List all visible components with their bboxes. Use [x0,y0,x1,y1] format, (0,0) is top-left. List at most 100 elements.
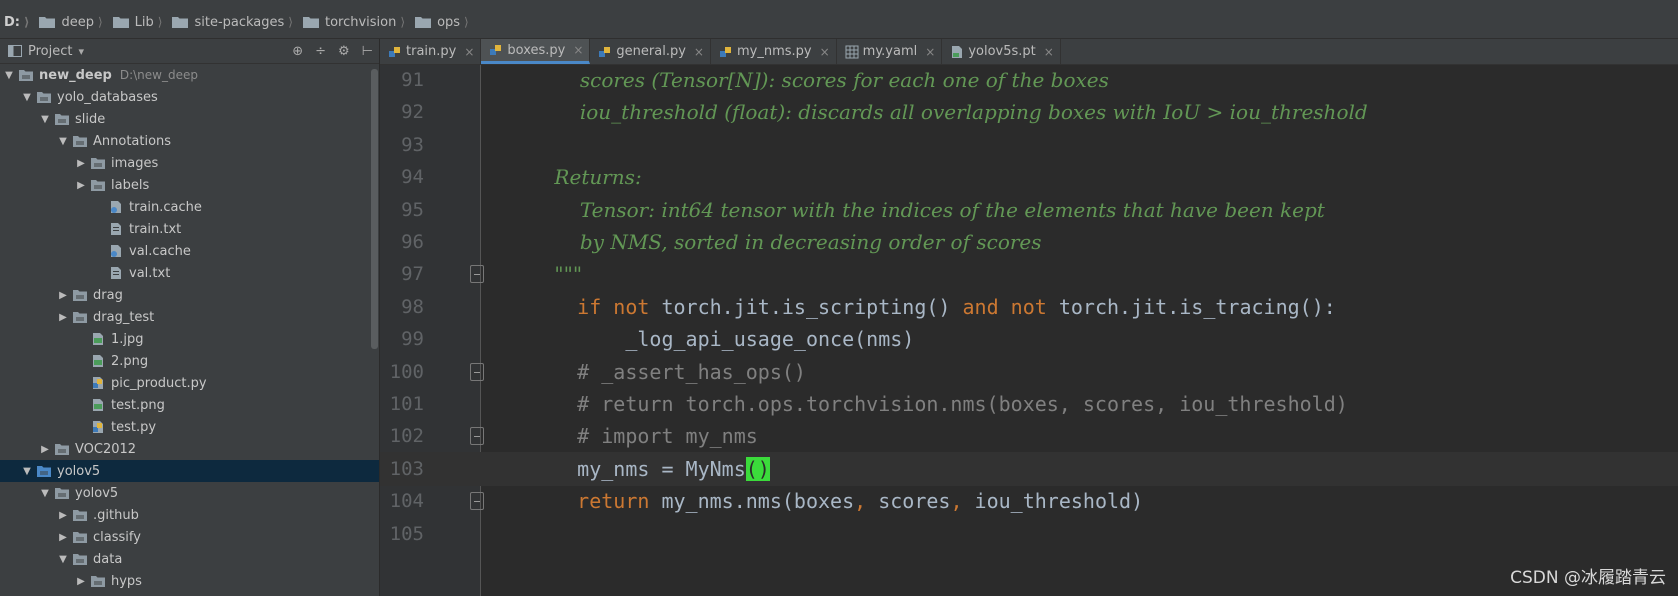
expanded-arrow-icon[interactable]: ▼ [56,136,70,147]
code-line[interactable]: 96 by NMS, sorted in decreasing order of… [380,225,1678,259]
code-token: """ [529,262,583,287]
breadcrumb-item-sitepackages[interactable]: site-packages ⟩ [168,6,299,38]
tree-item[interactable]: ▶ hyps [0,570,379,592]
code-line[interactable]: 93 [380,128,1678,162]
project-panel-dropdown-icon[interactable]: ▾ [78,45,84,58]
tree-item[interactable]: ▶ drag [0,284,379,306]
code-token: _log_api_usage_once(nms) [529,327,915,352]
tree-item[interactable]: train.txt [0,218,379,240]
code-line[interactable]: 94 Returns: [380,160,1678,194]
tree-item[interactable]: ▶ .github [0,504,379,526]
expanded-arrow-icon[interactable]: ▼ [38,114,52,125]
tab-my-nms-py[interactable]: my_nms.py × [711,39,837,64]
breadcrumb-item-torchvision[interactable]: torchvision ⟩ [299,6,411,38]
tree-item[interactable]: ▼ slide [0,108,379,130]
collapsed-arrow-icon[interactable]: ▶ [74,158,88,169]
tree-item[interactable]: test.py [0,416,379,438]
tab-my-yaml[interactable]: my.yaml × [837,39,943,64]
fold-marker-icon[interactable] [470,427,484,446]
expanded-arrow-icon[interactable]: ▼ [20,92,34,103]
code-line[interactable]: 105 [380,517,1678,551]
collapsed-arrow-icon[interactable]: ▶ [56,510,70,521]
folder-icon [73,510,87,521]
project-tree-scrollbar[interactable] [371,69,378,349]
code-content: # return torch.ops.torchvision.nms(boxes… [529,392,1348,416]
tree-item[interactable]: 2.png [0,350,379,372]
folder-icon [415,17,432,28]
fold-marker-icon[interactable] [470,492,484,511]
tree-item[interactable]: ▼ data [0,548,379,570]
tab-train-py[interactable]: train.py × [380,39,482,64]
tree-item[interactable]: val.txt [0,262,379,284]
code-line[interactable]: 98 if not torch.jit.is_scripting() and n… [380,290,1678,324]
tree-item[interactable]: ▶ labels [0,174,379,196]
tree-item[interactable]: ▼ yolo_databases [0,86,379,108]
code-line[interactable]: 97 """ [380,257,1678,291]
collapsed-arrow-icon[interactable]: ▶ [74,180,88,191]
tree-item[interactable]: ▶ drag_test [0,306,379,328]
code-line[interactable]: 95 Tensor: int64 tensor with the indices… [380,193,1678,227]
code-line[interactable]: 100 # _assert_has_ops() [380,355,1678,389]
tree-item[interactable]: ▶ classify [0,526,379,548]
code-token: # import my_nms [529,424,758,449]
breadcrumb-label: Lib [134,14,154,30]
code-token: not [613,294,650,319]
tree-item[interactable]: 1.jpg [0,328,379,350]
breadcrumb-item-deep[interactable]: deep ⟩ [35,6,108,38]
hide-panel-icon[interactable]: ⊢ [362,44,373,59]
breadcrumb-item-ops[interactable]: ops ⟩ [411,6,475,38]
tab-boxes-py[interactable]: boxes.py × [481,39,591,64]
expanded-arrow-icon[interactable]: ▼ [56,554,70,565]
project-tree: ▼ new_deep D:\new_deep ▼ yolo_databases ▼ slid… [0,64,379,592]
tree-item[interactable]: ▶ VOC2012 [0,438,379,460]
close-icon[interactable]: × [1044,45,1054,59]
code-line[interactable]: 99 _log_api_usage_once(nms) [380,322,1678,356]
fold-marker-icon[interactable] [470,265,484,284]
breadcrumb-item-lib[interactable]: Lib ⟩ [109,6,169,38]
collapse-all-icon[interactable]: ÷ [315,44,326,59]
code-line[interactable]: 101 # return torch.ops.torchvision.nms(b… [380,387,1678,421]
tab-label: yolov5s.pt [968,44,1036,59]
collapsed-arrow-icon[interactable]: ▶ [56,532,70,543]
collapsed-arrow-icon[interactable]: ▶ [38,444,52,455]
code-line[interactable]: 102 # import my_nms [380,419,1678,453]
code-token: , [950,489,963,514]
code-line[interactable]: 103 my_nms = MyNms() [380,451,1678,486]
collapsed-arrow-icon[interactable]: ▶ [56,312,70,323]
cache-file-icon [111,201,121,213]
tree-item[interactable]: pic_product.py [0,372,379,394]
tree-item-label: pic_product.py [111,375,207,391]
project-panel-header[interactable]: Project ▾ ⊕ ÷ ⚙ ⊢ [0,39,379,64]
tree-item[interactable]: train.cache [0,196,379,218]
collapsed-arrow-icon[interactable]: ▶ [74,576,88,587]
expanded-arrow-icon[interactable]: ▼ [2,70,16,81]
tree-item[interactable]: ▼ yolov5 [0,482,379,504]
tree-item[interactable]: ▼ new_deep D:\new_deep [0,64,379,86]
fold-marker-icon[interactable] [470,362,484,381]
tree-item[interactable]: ▼ Annotations [0,130,379,152]
code-line[interactable]: 91 scores (Tensor[N]): scores for each o… [380,65,1678,97]
project-panel-title: Project [28,43,73,59]
close-icon[interactable]: × [573,43,583,57]
close-icon[interactable]: × [464,45,474,59]
code-line[interactable]: 92 iou_threshold (float): discards all o… [380,95,1678,129]
tab-general-py[interactable]: general.py × [590,39,711,64]
tree-item[interactable]: test.png [0,394,379,416]
expanded-arrow-icon[interactable]: ▼ [20,466,34,477]
expanded-arrow-icon[interactable]: ▼ [38,488,52,499]
tree-item[interactable]: val.cache [0,240,379,262]
code-line[interactable]: 104 return my_nms.nms(boxes, scores, iou… [380,484,1678,518]
tab-yolov5s-pt[interactable]: yolov5s.pt × [942,39,1061,64]
settings-gear-icon[interactable]: ⚙ [338,44,350,59]
tree-item[interactable]: ▶ images [0,152,379,174]
breadcrumb-item-d[interactable]: D: ⟩ [0,6,35,38]
code-editor[interactable]: 91 scores (Tensor[N]): scores for each o… [380,65,1678,596]
close-icon[interactable]: × [694,45,704,59]
collapsed-arrow-icon[interactable]: ▶ [56,290,70,301]
tree-item[interactable]: ▼ yolov5 [0,460,379,482]
close-icon[interactable]: × [820,45,830,59]
image-file-icon [93,355,103,367]
close-icon[interactable]: × [925,45,935,59]
locate-file-icon[interactable]: ⊕ [292,44,303,59]
